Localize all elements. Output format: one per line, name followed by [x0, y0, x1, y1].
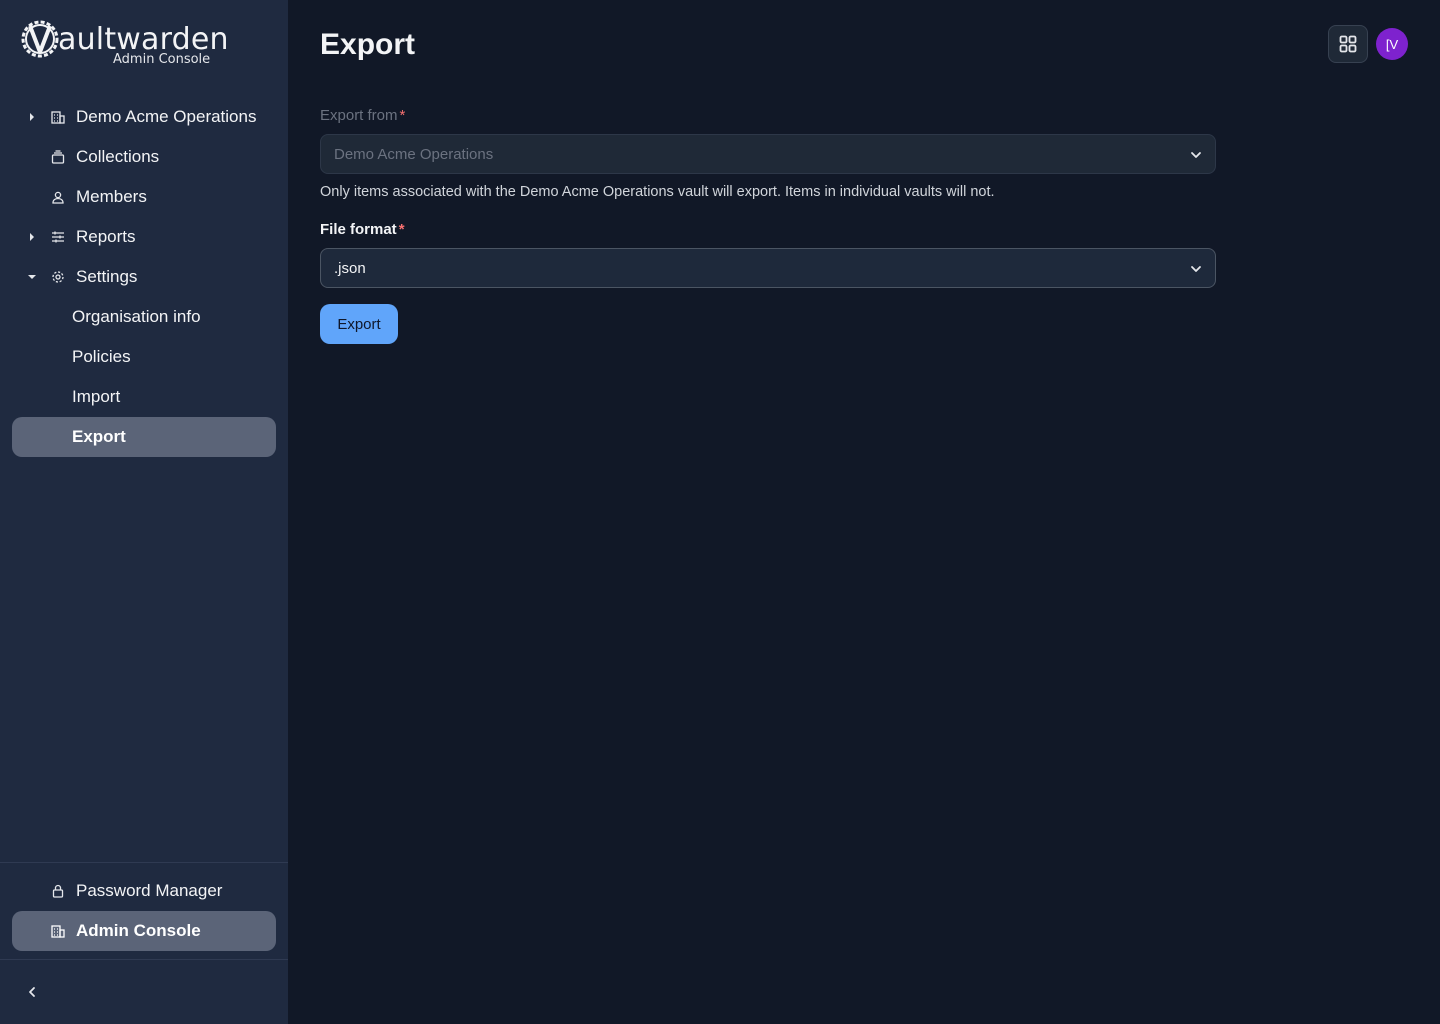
collection-icon [50, 149, 66, 165]
sidebar-item-settings[interactable]: Settings [12, 257, 276, 297]
building-icon [50, 109, 66, 125]
sidebar-item-label: Organisation info [72, 307, 201, 326]
sidebar-item-label: Admin Console [76, 921, 201, 940]
sidebar-item-label: Import [72, 387, 121, 406]
export-button[interactable]: Export [320, 304, 398, 344]
sidebar-item-password-manager[interactable]: Password Manager [12, 871, 276, 911]
export-from-label: Export from * [320, 107, 405, 124]
caret-down-icon[interactable] [26, 271, 38, 283]
sliders-icon [50, 229, 66, 245]
required-marker: * [399, 107, 406, 124]
sidebar-item-label: Password Manager [76, 881, 223, 900]
lock-icon [50, 883, 66, 899]
sidebar-nav: Demo Acme Operations Collections Members… [12, 97, 276, 457]
export-help-text: Only items associated with the Demo Acme… [320, 184, 995, 200]
page-title: Export [320, 28, 416, 61]
sidebar-divider [0, 959, 288, 960]
sidebar-item-policies[interactable]: Policies [12, 337, 276, 377]
sidebar-item-reports[interactable]: Reports [12, 217, 276, 257]
sidebar: aultwarden Admin Console Demo Acme Opera… [0, 0, 288, 1024]
sidebar-item-organisation-info[interactable]: Organisation info [12, 297, 276, 337]
sidebar-divider [0, 862, 288, 863]
file-format-label-text: File format [320, 221, 397, 238]
sidebar-item-label: Policies [72, 347, 131, 366]
sidebar-item-organization[interactable]: Demo Acme Operations [12, 97, 276, 137]
gear-v-logo-icon [21, 20, 59, 58]
caret-right-icon[interactable] [26, 111, 38, 123]
chevron-down-icon [1191, 152, 1201, 158]
vaultwarden-logo[interactable]: aultwarden Admin Console [20, 18, 230, 70]
file-format-value: .json [334, 259, 366, 277]
user-icon [50, 189, 66, 205]
export-from-value: Demo Acme Operations [334, 145, 494, 163]
export-from-label-text: Export from [320, 107, 398, 124]
sidebar-item-label: Export [72, 427, 126, 446]
main-content: Export [V Export from * Demo Acme Operati… [288, 0, 1440, 1024]
file-format-select[interactable]: .json [320, 248, 1216, 288]
product-switcher-button[interactable] [1328, 25, 1368, 63]
file-format-label: File format * [320, 221, 405, 238]
export-from-select[interactable]: Demo Acme Operations [320, 134, 1216, 174]
sidebar-item-label: Members [76, 187, 147, 206]
required-marker: * [398, 221, 405, 238]
sidebar-item-label: Collections [76, 147, 160, 166]
sidebar-item-label: Demo Acme Operations [76, 107, 257, 126]
collapse-sidebar-button[interactable] [20, 980, 44, 1004]
sidebar-item-collections[interactable]: Collections [12, 137, 276, 177]
sidebar-item-import[interactable]: Import [12, 377, 276, 417]
avatar[interactable]: [V [1376, 28, 1408, 60]
sidebar-item-label: Settings [76, 267, 138, 286]
gear-icon [50, 269, 66, 285]
logo-subtitle: Admin Console [113, 52, 211, 67]
building-icon [50, 923, 66, 939]
sidebar-item-members[interactable]: Members [12, 177, 276, 217]
sidebar-item-label: Reports [76, 227, 136, 246]
chevron-left-icon [29, 987, 35, 997]
chevron-down-icon [1191, 266, 1201, 272]
grid-icon [1339, 35, 1357, 53]
sidebar-item-export[interactable]: Export [12, 417, 276, 457]
sidebar-item-admin-console[interactable]: Admin Console [12, 911, 276, 951]
product-switcher: Password Manager Admin Console [12, 871, 276, 951]
caret-right-icon[interactable] [26, 231, 38, 243]
